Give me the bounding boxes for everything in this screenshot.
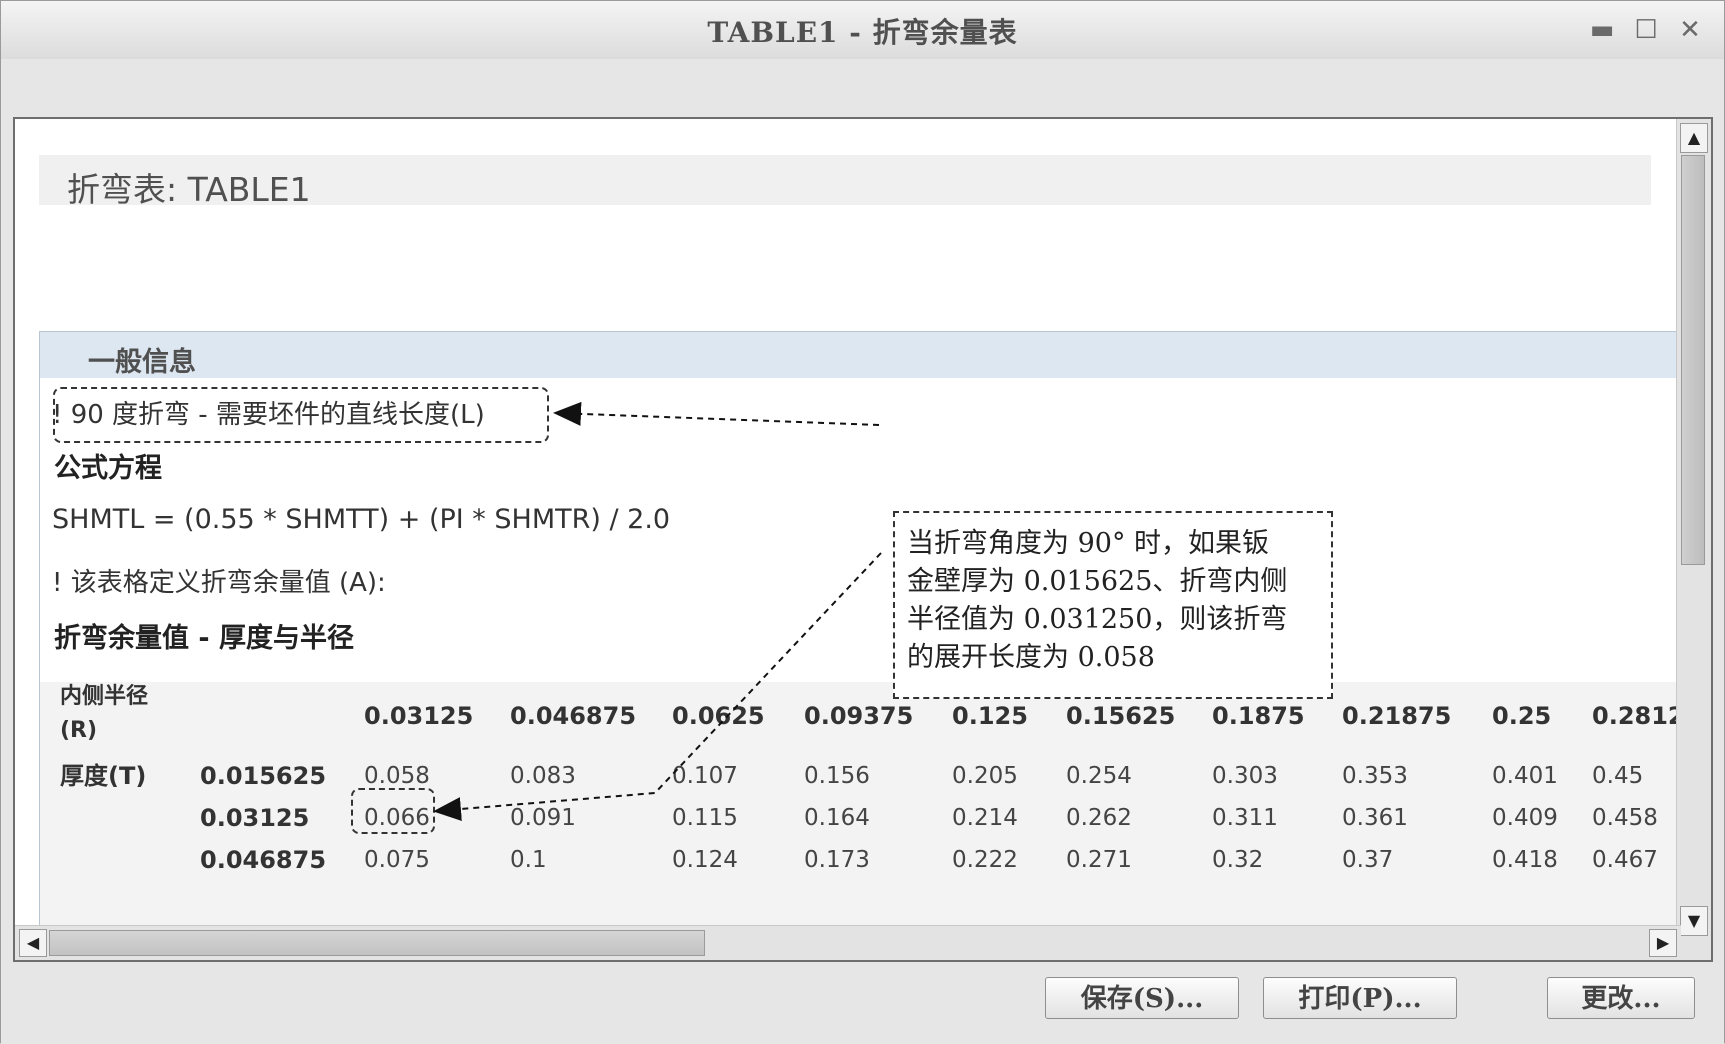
callout-line: 金壁厚为 0.015625、折弯内侧 <box>907 566 1288 597</box>
report-content: 折弯表: TABLE1 一般信息 ! 90 度折弯 - 需要坯件的直线长度(L)… <box>13 117 1713 962</box>
horizontal-scrollbar[interactable]: ◀ ▶ <box>15 925 1681 960</box>
maximize-icon[interactable]: ☐ <box>1631 15 1661 45</box>
table-cell: 0.311 <box>1212 805 1278 831</box>
table-cell: 0.467 <box>1592 847 1658 873</box>
section-title: 一般信息 <box>88 347 196 378</box>
radius-column-header: 0.1875 <box>1212 702 1305 730</box>
callout-line: 当折弯角度为 90° 时，如果钣 <box>907 528 1270 559</box>
radius-column-header: 0.0625 <box>672 702 765 730</box>
table-cell: 0.45 <box>1592 763 1644 789</box>
section-header: 一般信息 <box>40 332 1700 378</box>
page-header: 折弯表: TABLE1 <box>39 155 1651 209</box>
radius-column-header: 0.15625 <box>1066 702 1176 730</box>
table-cell: 0.262 <box>1066 805 1132 831</box>
thickness-row-header: 0.015625 <box>200 762 327 790</box>
thickness-row-header: 0.03125 <box>200 804 310 832</box>
value-highlight-box <box>351 788 435 834</box>
note-highlight-box <box>53 387 549 443</box>
table-cell: 0.37 <box>1342 847 1394 873</box>
table-cell: 0.458 <box>1592 805 1658 831</box>
table-cell: 0.254 <box>1066 763 1132 789</box>
note-table-definition: ! 该表格定义折弯余量值 (A): <box>52 568 386 598</box>
radius-column-header: 0.125 <box>952 702 1028 730</box>
modify-button[interactable]: 更改... <box>1547 977 1695 1019</box>
bend-table-window: TABLE1 - 折弯余量表 ▬ ☐ ✕ 折弯表: TABLE1 一般信息 ! … <box>0 0 1725 1044</box>
table-cell: 0.401 <box>1492 763 1558 789</box>
annotation-callout: 当折弯角度为 90° 时，如果钣 金壁厚为 0.015625、折弯内侧 半径值为… <box>893 511 1333 699</box>
radius-column-header: 0.046875 <box>510 702 637 730</box>
table-cell: 0.418 <box>1492 847 1558 873</box>
thickness-label: 厚度(T) <box>60 762 147 790</box>
table-heading: 折弯余量值 - 厚度与半径 <box>54 623 355 654</box>
table-cell: 0.173 <box>804 847 870 873</box>
table-cell: 0.091 <box>510 805 576 831</box>
table-cell: 0.115 <box>672 805 738 831</box>
thickness-row-header: 0.046875 <box>200 846 327 874</box>
table-cell: 0.1 <box>510 847 547 873</box>
callout-line: 的展开长度为 0.058 <box>907 642 1155 673</box>
scroll-up-icon[interactable]: ▲ <box>1680 123 1708 153</box>
close-icon[interactable]: ✕ <box>1675 15 1705 45</box>
radius-column-header: 0.03125 <box>364 702 474 730</box>
vertical-scrollbar[interactable]: ▲ ▼ <box>1676 119 1711 960</box>
table-cell: 0.205 <box>952 763 1018 789</box>
table-cell: 0.107 <box>672 763 738 789</box>
table-cell: 0.058 <box>364 763 430 789</box>
scroll-left-icon[interactable]: ◀ <box>19 929 47 957</box>
scroll-right-icon[interactable]: ▶ <box>1649 929 1677 957</box>
table-cell: 0.271 <box>1066 847 1132 873</box>
formula-heading: 公式方程 <box>54 453 162 484</box>
formula-text: SHMTL = (0.55 * SHMTT) + (PI * SHMTR) / … <box>52 504 671 535</box>
vertical-scroll-thumb[interactable] <box>1681 155 1705 565</box>
toolbar-strip <box>1 59 1724 115</box>
radius-column-header: 0.09375 <box>804 702 914 730</box>
table-cell: 0.124 <box>672 847 738 873</box>
page-title: 折弯表: TABLE1 <box>67 170 311 209</box>
radius-column-header: 0.21875 <box>1342 702 1452 730</box>
title-bar: TABLE1 - 折弯余量表 ▬ ☐ ✕ <box>1 1 1724 60</box>
table-cell: 0.303 <box>1212 763 1278 789</box>
table-cell: 0.32 <box>1212 847 1264 873</box>
save-button[interactable]: 保存(S)... <box>1045 977 1239 1019</box>
table-cell: 0.156 <box>804 763 870 789</box>
table-cell: 0.214 <box>952 805 1018 831</box>
horizontal-scroll-thumb[interactable] <box>49 930 705 956</box>
table-cell: 0.075 <box>364 847 430 873</box>
radius-column-header: 0.25 <box>1492 702 1552 730</box>
radius-label: 内侧半径 (R) <box>60 684 149 743</box>
table-cell: 0.361 <box>1342 805 1408 831</box>
window-title: TABLE1 - 折弯余量表 <box>707 16 1018 49</box>
button-bar: 保存(S)... 打印(P)... 更改... <box>1 965 1724 1044</box>
scroll-down-icon[interactable]: ▼ <box>1680 906 1708 936</box>
callout-line: 半径值为 0.031250，则该折弯 <box>907 604 1288 635</box>
minimize-icon[interactable]: ▬ <box>1587 15 1617 45</box>
print-button[interactable]: 打印(P)... <box>1263 977 1457 1019</box>
table-cell: 0.164 <box>804 805 870 831</box>
table-cell: 0.353 <box>1342 763 1408 789</box>
table-cell: 0.409 <box>1492 805 1558 831</box>
table-cell: 0.083 <box>510 763 576 789</box>
radius-column-header: 0.2812 <box>1592 702 1685 730</box>
table-cell: 0.222 <box>952 847 1018 873</box>
